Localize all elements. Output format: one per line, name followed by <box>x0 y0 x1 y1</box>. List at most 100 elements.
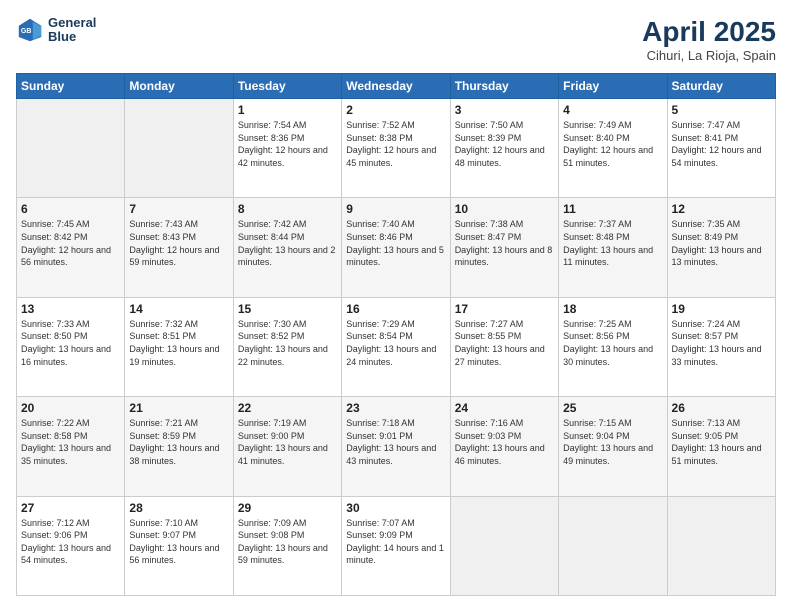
day-number: 23 <box>346 401 445 415</box>
day-info: Sunrise: 7:27 AMSunset: 8:55 PMDaylight:… <box>455 318 554 368</box>
day-info: Sunrise: 7:09 AMSunset: 9:08 PMDaylight:… <box>238 517 337 567</box>
day-header-thursday: Thursday <box>450 74 558 99</box>
day-info: Sunrise: 7:30 AMSunset: 8:52 PMDaylight:… <box>238 318 337 368</box>
day-number: 17 <box>455 302 554 316</box>
calendar-cell: 24 Sunrise: 7:16 AMSunset: 9:03 PMDayligh… <box>450 397 558 496</box>
day-header-monday: Monday <box>125 74 233 99</box>
day-number: 20 <box>21 401 120 415</box>
day-info: Sunrise: 7:33 AMSunset: 8:50 PMDaylight:… <box>21 318 120 368</box>
calendar-cell: 16Sunrise: 7:29 AMSunset: 8:54 PMDayligh… <box>342 297 450 396</box>
day-number: 8 <box>238 202 337 216</box>
calendar-cell: 5 Sunrise: 7:47 AMSunset: 8:41 PMDaylight… <box>667 99 775 198</box>
calendar-cell: 12Sunrise: 7:35 AMSunset: 8:49 PMDayligh… <box>667 198 775 297</box>
calendar-header-row: SundayMondayTuesdayWednesdayThursdayFrid… <box>17 74 776 99</box>
day-info: Sunrise: 7:13 AMSunset: 9:05 PMDaylight:… <box>672 417 771 467</box>
day-info: Sunrise: 7:52 AMSunset: 8:38 PMDaylight:… <box>346 119 445 169</box>
header: GB General Blue April 2025 Cihuri, La Ri… <box>16 16 776 63</box>
calendar-week-5: 27Sunrise: 7:12 AMSunset: 9:06 PMDayligh… <box>17 496 776 595</box>
calendar-cell: 17 Sunrise: 7:27 AMSunset: 8:55 PMDayligh… <box>450 297 558 396</box>
day-info: Sunrise: 7:29 AMSunset: 8:54 PMDaylight:… <box>346 318 445 368</box>
calendar-cell: 22 Sunrise: 7:19 AMSunset: 9:00 PMDayligh… <box>233 397 341 496</box>
day-info: Sunrise: 7:49 AMSunset: 8:40 PMDaylight:… <box>563 119 662 169</box>
day-number: 4 <box>563 103 662 117</box>
day-number: 11 <box>563 202 662 216</box>
logo-line2: Blue <box>48 30 96 44</box>
calendar-cell: 19Sunrise: 7:24 AMSunset: 8:57 PMDayligh… <box>667 297 775 396</box>
day-info: Sunrise: 7:18 AMSunset: 9:01 PMDaylight:… <box>346 417 445 467</box>
calendar-cell: 30Sunrise: 7:07 AMSunset: 9:09 PMDayligh… <box>342 496 450 595</box>
day-number: 13 <box>21 302 120 316</box>
day-number: 14 <box>129 302 228 316</box>
calendar-cell: 7 Sunrise: 7:43 AMSunset: 8:43 PMDaylight… <box>125 198 233 297</box>
day-info: Sunrise: 7:21 AMSunset: 8:59 PMDaylight:… <box>129 417 228 467</box>
calendar-cell: 23 Sunrise: 7:18 AMSunset: 9:01 PMDayligh… <box>342 397 450 496</box>
day-info: Sunrise: 7:40 AMSunset: 8:46 PMDaylight:… <box>346 218 445 268</box>
day-header-sunday: Sunday <box>17 74 125 99</box>
calendar-cell <box>125 99 233 198</box>
day-header-friday: Friday <box>559 74 667 99</box>
calendar-cell: 3 Sunrise: 7:50 AMSunset: 8:39 PMDaylight… <box>450 99 558 198</box>
calendar-cell <box>667 496 775 595</box>
calendar-cell: 11 Sunrise: 7:37 AMSunset: 8:48 PMDayligh… <box>559 198 667 297</box>
logo: GB General Blue <box>16 16 96 45</box>
calendar-title: April 2025 <box>642 16 776 48</box>
day-info: Sunrise: 7:15 AMSunset: 9:04 PMDaylight:… <box>563 417 662 467</box>
calendar-week-1: 1 Sunrise: 7:54 AMSunset: 8:36 PMDaylight… <box>17 99 776 198</box>
day-info: Sunrise: 7:47 AMSunset: 8:41 PMDaylight:… <box>672 119 771 169</box>
logo-text: General Blue <box>48 16 96 45</box>
day-number: 21 <box>129 401 228 415</box>
calendar-cell: 27Sunrise: 7:12 AMSunset: 9:06 PMDayligh… <box>17 496 125 595</box>
logo-icon: GB <box>16 16 44 44</box>
day-number: 26 <box>672 401 771 415</box>
day-info: Sunrise: 7:38 AMSunset: 8:47 PMDaylight:… <box>455 218 554 268</box>
day-info: Sunrise: 7:54 AMSunset: 8:36 PMDaylight:… <box>238 119 337 169</box>
day-number: 1 <box>238 103 337 117</box>
calendar-cell: 14 Sunrise: 7:32 AMSunset: 8:51 PMDayligh… <box>125 297 233 396</box>
calendar-cell <box>450 496 558 595</box>
calendar-cell: 26 Sunrise: 7:13 AMSunset: 9:05 PMDayligh… <box>667 397 775 496</box>
day-info: Sunrise: 7:43 AMSunset: 8:43 PMDaylight:… <box>129 218 228 268</box>
day-info: Sunrise: 7:07 AMSunset: 9:09 PMDaylight:… <box>346 517 445 567</box>
day-number: 10 <box>455 202 554 216</box>
calendar-cell <box>17 99 125 198</box>
day-info: Sunrise: 7:25 AMSunset: 8:56 PMDaylight:… <box>563 318 662 368</box>
day-number: 29 <box>238 501 337 515</box>
day-number: 15 <box>238 302 337 316</box>
day-number: 27 <box>21 501 120 515</box>
day-number: 24 <box>455 401 554 415</box>
day-header-tuesday: Tuesday <box>233 74 341 99</box>
day-number: 2 <box>346 103 445 117</box>
day-number: 22 <box>238 401 337 415</box>
calendar-cell: 4 Sunrise: 7:49 AMSunset: 8:40 PMDaylight… <box>559 99 667 198</box>
day-number: 6 <box>21 202 120 216</box>
calendar-week-2: 6Sunrise: 7:45 AMSunset: 8:42 PMDaylight… <box>17 198 776 297</box>
calendar-cell: 20 Sunrise: 7:22 AMSunset: 8:58 PMDayligh… <box>17 397 125 496</box>
day-info: Sunrise: 7:37 AMSunset: 8:48 PMDaylight:… <box>563 218 662 268</box>
day-number: 5 <box>672 103 771 117</box>
calendar-table: SundayMondayTuesdayWednesdayThursdayFrid… <box>16 73 776 596</box>
day-number: 28 <box>129 501 228 515</box>
calendar-cell <box>559 496 667 595</box>
page: GB General Blue April 2025 Cihuri, La Ri… <box>0 0 792 612</box>
calendar-cell: 9Sunrise: 7:40 AMSunset: 8:46 PMDaylight… <box>342 198 450 297</box>
day-number: 19 <box>672 302 771 316</box>
day-info: Sunrise: 7:19 AMSunset: 9:00 PMDaylight:… <box>238 417 337 467</box>
day-info: Sunrise: 7:50 AMSunset: 8:39 PMDaylight:… <box>455 119 554 169</box>
day-number: 18 <box>563 302 662 316</box>
calendar-cell: 8Sunrise: 7:42 AMSunset: 8:44 PMDaylight… <box>233 198 341 297</box>
calendar-cell: 2 Sunrise: 7:52 AMSunset: 8:38 PMDaylight… <box>342 99 450 198</box>
svg-text:GB: GB <box>21 28 31 35</box>
day-number: 3 <box>455 103 554 117</box>
day-number: 7 <box>129 202 228 216</box>
day-info: Sunrise: 7:16 AMSunset: 9:03 PMDaylight:… <box>455 417 554 467</box>
day-info: Sunrise: 7:22 AMSunset: 8:58 PMDaylight:… <box>21 417 120 467</box>
day-header-saturday: Saturday <box>667 74 775 99</box>
calendar-week-3: 13 Sunrise: 7:33 AMSunset: 8:50 PMDayligh… <box>17 297 776 396</box>
day-header-wednesday: Wednesday <box>342 74 450 99</box>
day-info: Sunrise: 7:32 AMSunset: 8:51 PMDaylight:… <box>129 318 228 368</box>
title-block: April 2025 Cihuri, La Rioja, Spain <box>642 16 776 63</box>
calendar-week-4: 20 Sunrise: 7:22 AMSunset: 8:58 PMDayligh… <box>17 397 776 496</box>
logo-line1: General <box>48 16 96 30</box>
day-info: Sunrise: 7:10 AMSunset: 9:07 PMDaylight:… <box>129 517 228 567</box>
calendar-cell: 15 Sunrise: 7:30 AMSunset: 8:52 PMDayligh… <box>233 297 341 396</box>
